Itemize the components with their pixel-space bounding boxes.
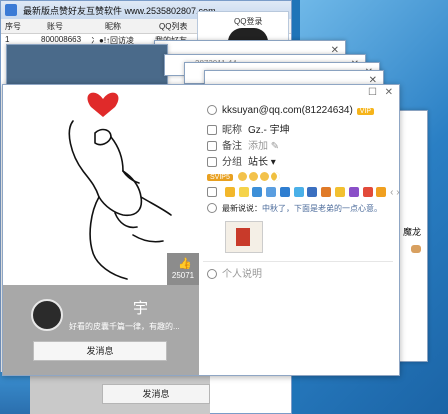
close-icon[interactable]: ✕ [385,87,393,98]
vip-badge[interactable]: VIP [356,108,375,115]
send-message-button[interactable]: 发消息 [33,341,167,361]
svip-badge[interactable]: SVIP5 [207,174,233,181]
personal-note-row: 个人说明 [207,265,262,280]
stacked-window-photo [6,44,168,86]
signature-text: 好看的皮囊千篇一律，有趣的... [69,322,180,331]
services-icon [207,187,217,198]
edit-icon[interactable]: ✎ [268,141,279,152]
column-header[interactable]: 昵称 [105,21,121,32]
avatar[interactable] [31,299,63,331]
profile-window: 👍 25071 宇 好看的皮囊千篇一律，有趣的... 发消息 ☐ ✕ kksuy… [2,84,400,376]
dog-icon [411,245,421,253]
account-row: kksuyan@qq.com(81224634) VIP [207,105,375,119]
service-icon[interactable] [362,187,373,198]
heart-icon [87,92,119,117]
service-icon[interactable] [266,187,277,198]
service-icon[interactable] [348,187,359,198]
maximize-icon[interactable]: ☐ [368,87,377,98]
sun-icon [259,171,269,181]
chevron-down-icon[interactable]: ▾ [268,157,276,168]
note-add-link[interactable]: 添加 [248,141,268,152]
news-label: 最新说说： [222,204,262,213]
note-icon [207,141,217,152]
personal-note: 个人说明 [222,269,262,280]
service-icon[interactable] [376,187,387,198]
account-email[interactable]: kksuyan@qq.com(81224634) [222,105,353,116]
minus-icon [207,269,217,280]
qq-login-window[interactable]: QQ登录 [197,11,289,43]
service-icon[interactable] [224,187,235,198]
service-icon[interactable] [279,187,290,198]
nickname-icon [207,125,217,136]
group-icon [207,157,217,168]
news-text[interactable]: 中秋了，下面是老弟的一点心意。 [262,204,382,213]
sun-icon [237,171,247,181]
user-icon [207,105,217,116]
moon-icon [270,171,280,181]
service-icon[interactable] [321,187,332,198]
news-thumbnail[interactable] [225,221,263,253]
service-icon[interactable] [293,187,304,198]
service-icon[interactable] [335,187,346,198]
level-row: SVIP5 [207,171,280,185]
service-icon[interactable] [238,187,249,198]
behind-send-message-button[interactable]: 发消息 [102,384,210,404]
side-text: 魔龙 [403,227,422,237]
app-title: 最新版点赞好友互赞软件 www.2535802807.com [23,6,216,16]
table-cell: 1 [5,35,10,44]
app-logo-icon [5,4,17,16]
profile-left-pane: 👍 25071 宇 好看的皮囊千篇一律，有趣的... 发消息 [3,85,199,375]
nickname-row: 昵称 Gz.- 宇坤 [207,121,290,136]
services-row: ‹ › [207,187,400,201]
thumbs-up-icon: 👍 [178,258,192,270]
note-label: 备注 [222,141,242,152]
service-icon[interactable] [252,187,263,198]
column-header[interactable]: 序号 [5,21,21,32]
divider [203,261,393,262]
column-header[interactable]: QQ列表 [159,21,187,32]
column-header[interactable]: 账号 [47,21,63,32]
qq-login-title: QQ登录 [234,17,263,26]
star-icon [207,203,217,214]
display-name: 宇 [133,300,149,317]
news-row: 最新说说：中秋了，下面是老弟的一点心意。 [207,203,382,217]
group-select[interactable]: 站长 [248,157,268,168]
group-row: 分组 站长 ▾ [207,153,276,168]
service-icon[interactable] [307,187,318,198]
nickname-value: Gz.- 宇坤 [248,125,290,136]
group-label: 分组 [222,157,242,168]
like-button[interactable]: 👍 25071 [167,253,199,285]
note-row: 备注 添加 ✎ [207,137,279,152]
taskbar-strip [0,372,30,414]
red-envelope-icon [236,228,250,246]
chevron-right-icon[interactable]: › [394,187,399,198]
table-cell: 800008663 [41,35,82,44]
nickname-label: 昵称 [222,125,242,136]
like-count: 25071 [171,271,195,280]
sun-icon [248,171,258,181]
